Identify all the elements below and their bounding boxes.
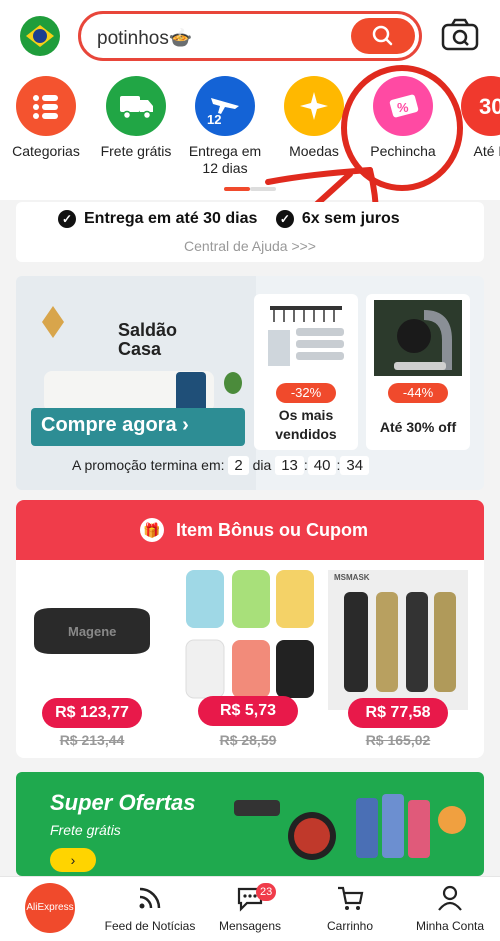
- earbuds-image: [185, 570, 314, 699]
- super-offers-title: Super Ofertas: [50, 790, 196, 815]
- old-price: R$ 28,59: [219, 732, 277, 748]
- super-offers-subtitle: Frete grátis: [50, 822, 121, 838]
- category-shortcuts: Categorias Frete grátis 12 Entrega em 12…: [0, 72, 500, 200]
- discount-badge: -44%: [388, 383, 448, 403]
- tag-discount-icon: %: [373, 76, 433, 136]
- bonus-title: Item Bônus ou Cupom: [176, 520, 368, 540]
- countdown-hours: 13: [275, 456, 304, 475]
- perk-label: Entrega em até 30 dias: [84, 210, 258, 228]
- promo-card-ate-30-off[interactable]: -44% Até 30% off: [366, 294, 470, 450]
- top-header: potinhos🍲: [0, 0, 500, 72]
- gift-icon: 🎁: [140, 518, 164, 542]
- category-shortcut-categorias[interactable]: Categorias: [3, 76, 89, 160]
- category-shortcut-ate-r[interactable]: 30 Até R: [448, 76, 500, 160]
- search-bar[interactable]: potinhos🍲: [78, 11, 422, 61]
- messages-badge: 23: [256, 883, 277, 901]
- heart-rate-strap-image: Magene: [34, 608, 150, 654]
- aliexpress-logo-icon: AliExpress: [25, 883, 75, 933]
- plant-image: [224, 372, 242, 394]
- tab-cart[interactable]: Carrinho: [300, 883, 400, 933]
- tab-home[interactable]: AliExpress: [0, 883, 100, 933]
- feed-icon: [139, 887, 161, 909]
- price-badge: R$ 5,73: [198, 696, 298, 726]
- levitating-globe-image: [374, 300, 462, 376]
- list-icon: [16, 76, 76, 136]
- category-label: Pechincha: [370, 143, 436, 159]
- days-badge: 12: [207, 112, 221, 127]
- promo-card-bestsellers[interactable]: -32% Os mais vendidos: [254, 294, 358, 450]
- old-price: R$ 165,02: [365, 732, 431, 748]
- truck-icon: [106, 76, 166, 136]
- benefits-bar[interactable]: ✓ Entrega em até 30 dias ✓ 6x sem juros Ce…: [16, 202, 484, 262]
- countdown-days: 2: [228, 456, 249, 475]
- tab-feed[interactable]: Feed de Notícias: [100, 883, 200, 933]
- carousel-indicator: [224, 187, 276, 191]
- super-offers-banner[interactable]: Super Ofertas Frete grátis ›: [16, 772, 484, 876]
- card-caption: Até 30% off: [379, 419, 457, 435]
- tab-label: Minha Conta: [415, 919, 485, 933]
- category-label: Categorias: [12, 143, 80, 159]
- countdown-days-label: dia: [252, 457, 272, 473]
- camera-icon[interactable]: [440, 18, 480, 54]
- products-collage-image: [234, 794, 466, 860]
- help-center-link[interactable]: Central de Ajuda >>>: [16, 238, 484, 254]
- bonus-header: 🎁 Item Bônus ou Cupom: [16, 500, 484, 560]
- check-icon: ✓: [275, 210, 294, 228]
- check-icon: ✓: [58, 210, 76, 228]
- price-badge-icon: 30: [461, 76, 500, 136]
- cart-icon: [338, 886, 364, 910]
- old-price: R$ 213,44: [59, 732, 125, 748]
- product-card-earbuds[interactable]: R$ 5,73 R$ 28,59: [178, 570, 328, 758]
- category-shortcut-frete-gratis[interactable]: Frete grátis: [93, 76, 179, 160]
- category-shortcut-moedas[interactable]: Moedas: [271, 76, 357, 160]
- bonus-section[interactable]: 🎁 Item Bônus ou Cupom Magene R$ 123,77 R…: [16, 500, 484, 758]
- category-label: Entrega em 12 dias: [188, 143, 262, 176]
- plane-icon: 12: [195, 76, 255, 136]
- tab-label: Carrinho: [326, 919, 374, 933]
- product-card-trimmer[interactable]: MSMASK R$ 77,58 R$ 165,02: [328, 570, 478, 758]
- svg-text:MSMASK: MSMASK: [334, 573, 370, 582]
- perk-label: 6x sem juros: [301, 210, 400, 228]
- svg-text:%: %: [397, 100, 409, 115]
- search-icon: [372, 25, 393, 46]
- category-label: Frete grátis: [100, 143, 172, 159]
- search-button[interactable]: [351, 18, 415, 54]
- user-icon: [438, 885, 462, 911]
- svg-text:Magene: Magene: [68, 624, 116, 639]
- tab-account[interactable]: Minha Conta: [400, 883, 500, 933]
- product-card-heart-strap[interactable]: Magene R$ 123,77 R$ 213,44: [22, 570, 172, 758]
- brazil-flag-icon[interactable]: [20, 16, 60, 56]
- search-input[interactable]: potinhos🍲: [97, 26, 193, 50]
- bottom-tab-bar: AliExpress Feed de Notícias 23 Mensagens…: [0, 876, 500, 941]
- price-badge-text: 30: [479, 94, 500, 119]
- price-badge: R$ 77,58: [348, 698, 448, 728]
- countdown-seconds: 34: [340, 456, 370, 475]
- tab-label: Mensagens: [218, 919, 282, 933]
- shop-now-button[interactable]: Compre agora ›: [31, 408, 245, 446]
- chevron-right-icon[interactable]: ›: [50, 848, 96, 872]
- coin-icon: [284, 76, 344, 136]
- countdown: A promoção termina em: 2 dia 13:40:34: [16, 456, 484, 475]
- promo-banner[interactable]: Saldão Casa Compre agora › -32% Os mais …: [16, 276, 484, 490]
- tab-messages[interactable]: 23 Mensagens: [200, 883, 300, 933]
- countdown-minutes: 40: [307, 456, 337, 475]
- category-label: Até R: [473, 143, 500, 159]
- price-badge: R$ 123,77: [42, 698, 142, 728]
- discount-badge: -32%: [276, 383, 336, 403]
- countdown-label: A promoção termina em:: [72, 457, 225, 473]
- category-label: Moedas: [289, 143, 339, 159]
- promo-brand: Saldão Casa: [118, 320, 178, 359]
- hair-trimmer-image: MSMASK: [328, 570, 468, 710]
- brush-parts-image: [268, 306, 344, 366]
- tab-label: Feed de Notícias: [104, 919, 196, 933]
- card-caption: Os mais vendidos: [275, 407, 337, 442]
- category-shortcut-pechincha[interactable]: % Pechincha: [360, 76, 446, 160]
- category-shortcut-entrega-12-dias[interactable]: 12 Entrega em 12 dias: [182, 76, 268, 177]
